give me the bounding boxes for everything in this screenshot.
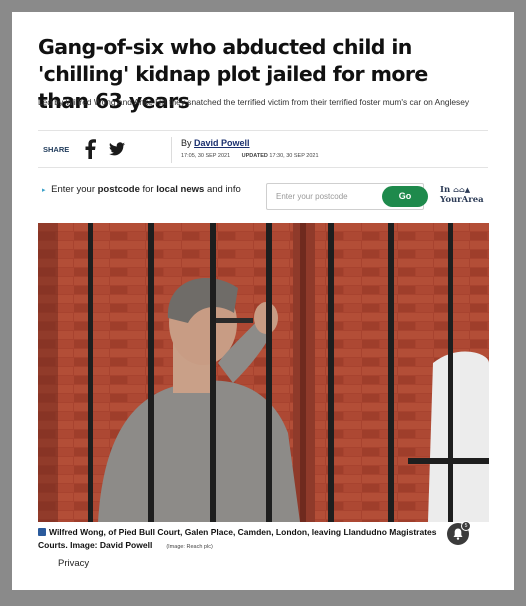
twitter-icon[interactable] xyxy=(109,141,125,157)
article-page: Gang-of-six who abducted child in 'chill… xyxy=(12,12,514,590)
byline: By David Powell xyxy=(181,138,250,148)
share-label: SHARE xyxy=(43,145,70,154)
chevron-right-icon: ▸ xyxy=(42,187,46,194)
postcode-text-suffix: and info xyxy=(206,184,241,195)
postcode-go-button[interactable]: Go xyxy=(382,186,428,207)
brand-in: In xyxy=(440,185,451,195)
notification-count-badge: 5 xyxy=(461,521,471,531)
postcode-text-mid: for xyxy=(142,184,154,195)
postcode-prompt: ▸ Enter your postcode for local news and… xyxy=(42,184,257,196)
postcode-text-prefix: Enter your xyxy=(51,184,95,195)
article-photo xyxy=(38,223,489,522)
postcode-text-bold: postcode xyxy=(97,184,140,195)
facebook-icon[interactable] xyxy=(84,139,96,159)
byline-prefix: By xyxy=(181,138,192,148)
camera-icon xyxy=(38,528,46,536)
postcode-text-local: local news xyxy=(156,184,205,195)
meta-divider xyxy=(171,137,172,163)
privacy-link[interactable]: Privacy xyxy=(58,558,89,569)
photo-caption: Wilfred Wong, of Pied Bull Court, Galen … xyxy=(38,526,438,553)
updated-date: 17:30, 30 SEP 2021 xyxy=(269,153,319,159)
houses-icon: ⌂⌂▲ xyxy=(453,185,471,194)
bell-icon xyxy=(453,528,463,540)
inyourarea-logo[interactable]: In ⌂⌂▲ YourArea xyxy=(440,185,488,205)
caption-text: Wilfred Wong, of Pied Bull Court, Galen … xyxy=(38,527,437,550)
author-link[interactable]: David Powell xyxy=(194,138,250,148)
article-dates: 17:05, 30 SEP 2021 UPDATED 17:30, 30 SEP… xyxy=(181,153,319,159)
article-standfirst: Led by Wilfred Wong and Anke Hill they s… xyxy=(38,97,470,107)
published-date: 17:05, 30 SEP 2021 xyxy=(181,153,231,159)
photo-illustration xyxy=(38,223,489,522)
article-meta-bar: SHARE By David Powell 17:05, 30 SEP 2021… xyxy=(38,130,488,168)
photo-credit: (Image: Reach plc) xyxy=(166,543,213,550)
updated-label: UPDATED xyxy=(241,153,268,159)
brand-yourarea: YourArea xyxy=(440,194,484,205)
